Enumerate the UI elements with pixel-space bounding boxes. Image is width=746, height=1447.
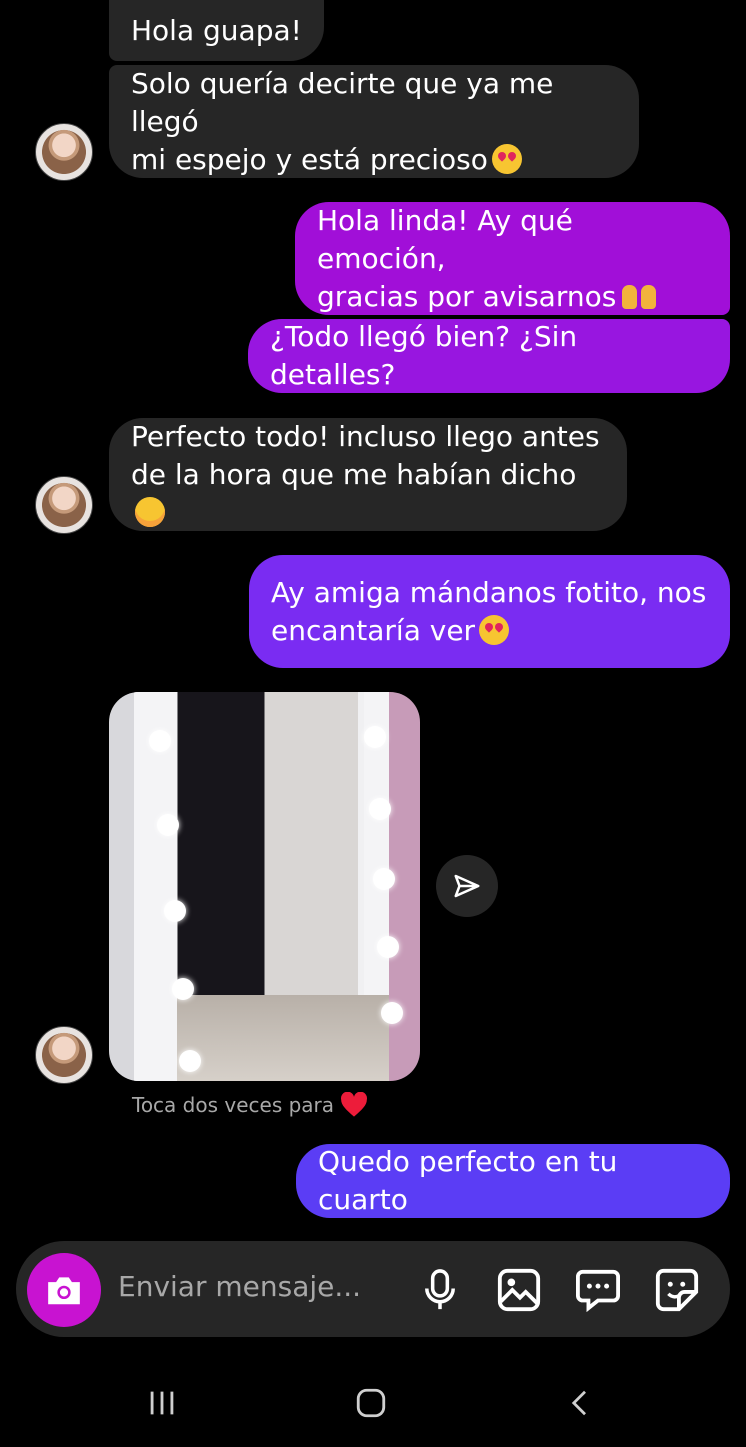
gallery-button[interactable] xyxy=(495,1266,543,1314)
gallery-icon xyxy=(497,1268,541,1312)
message-text: Quedo perfecto en tu cuarto xyxy=(318,1145,618,1216)
message-outgoing[interactable]: ¿Todo llegó bien? ¿Sin detalles? xyxy=(248,319,730,393)
message-text-line: de la hora que me habían dicho xyxy=(131,457,577,491)
double-tap-hint: Toca dos veces para xyxy=(132,1092,368,1118)
contact-avatar[interactable] xyxy=(35,476,93,534)
message-text-line: Hola linda! Ay qué emoción, xyxy=(317,203,573,275)
contact-avatar[interactable] xyxy=(35,1026,93,1084)
message-text-line: Ay amiga mándanos fotito, nos xyxy=(271,575,707,609)
message-input[interactable]: Enviar mensaje... xyxy=(118,1270,361,1303)
message-text-line: mi espejo y está precioso xyxy=(131,142,488,176)
message-text-line: Perfecto todo! incluso llego antes xyxy=(131,419,600,453)
message-outgoing[interactable]: Ay amiga mándanos fotito, nos encantaría… xyxy=(249,555,730,668)
mirror-bulb xyxy=(381,1002,403,1024)
mirror-bulb xyxy=(364,726,386,748)
caption-text: Toca dos veces para xyxy=(132,1093,335,1117)
message-text: ¿Todo llegó bien? ¿Sin detalles? xyxy=(270,320,578,391)
shared-photo[interactable] xyxy=(109,692,420,1081)
mirror-bulb xyxy=(172,978,194,1000)
share-button[interactable] xyxy=(436,855,498,917)
mirror-bulb xyxy=(369,798,391,820)
heart-icon xyxy=(341,1092,368,1117)
camera-icon xyxy=(48,1277,80,1305)
message-text-line: gracias por avisarnos xyxy=(317,279,617,313)
message-text-line: encantaría ver xyxy=(271,613,476,647)
smiling-hearts-emoji xyxy=(135,496,165,527)
microphone-icon xyxy=(425,1269,455,1310)
contact-avatar[interactable] xyxy=(35,123,93,181)
send-icon xyxy=(454,874,480,898)
mirror-bulb xyxy=(179,1050,201,1072)
heart-eyes-emoji xyxy=(491,143,522,174)
mirror-bulb xyxy=(373,868,395,890)
mirror-bulb xyxy=(149,730,171,752)
heart-eyes-emoji xyxy=(479,614,510,645)
chat-options-button[interactable] xyxy=(574,1266,622,1314)
recents-nav-button[interactable] xyxy=(140,1380,184,1426)
mirror-bulb xyxy=(377,936,399,958)
sticker-icon xyxy=(655,1268,699,1312)
message-incoming[interactable]: Hola guapa! xyxy=(109,0,324,61)
back-nav-icon xyxy=(571,1390,586,1416)
sticker-button[interactable] xyxy=(653,1266,701,1314)
message-text: Hola guapa! xyxy=(131,13,302,47)
raising-hands-emoji xyxy=(620,281,658,311)
recents-nav-icon xyxy=(150,1391,174,1415)
microphone-button[interactable] xyxy=(416,1266,464,1314)
message-outgoing[interactable]: Hola linda! Ay qué emoción, gracias por … xyxy=(295,202,730,315)
camera-button[interactable] xyxy=(27,1253,101,1327)
message-incoming[interactable]: Solo quería decirte que ya me llegó mi e… xyxy=(109,65,639,178)
message-incoming[interactable]: Perfecto todo! incluso llego antes de la… xyxy=(109,418,627,531)
back-nav-button[interactable] xyxy=(560,1380,600,1426)
mirror-bulb xyxy=(157,814,179,836)
home-nav-button[interactable] xyxy=(348,1380,394,1426)
message-text-line: Solo quería decirte que ya me llegó xyxy=(131,66,554,138)
chat-bubble-icon xyxy=(576,1269,620,1312)
photo-floor xyxy=(177,995,389,1081)
mirror-bulb xyxy=(164,900,186,922)
message-outgoing[interactable]: Quedo perfecto en tu cuarto xyxy=(296,1144,730,1218)
home-nav-icon xyxy=(356,1388,386,1418)
